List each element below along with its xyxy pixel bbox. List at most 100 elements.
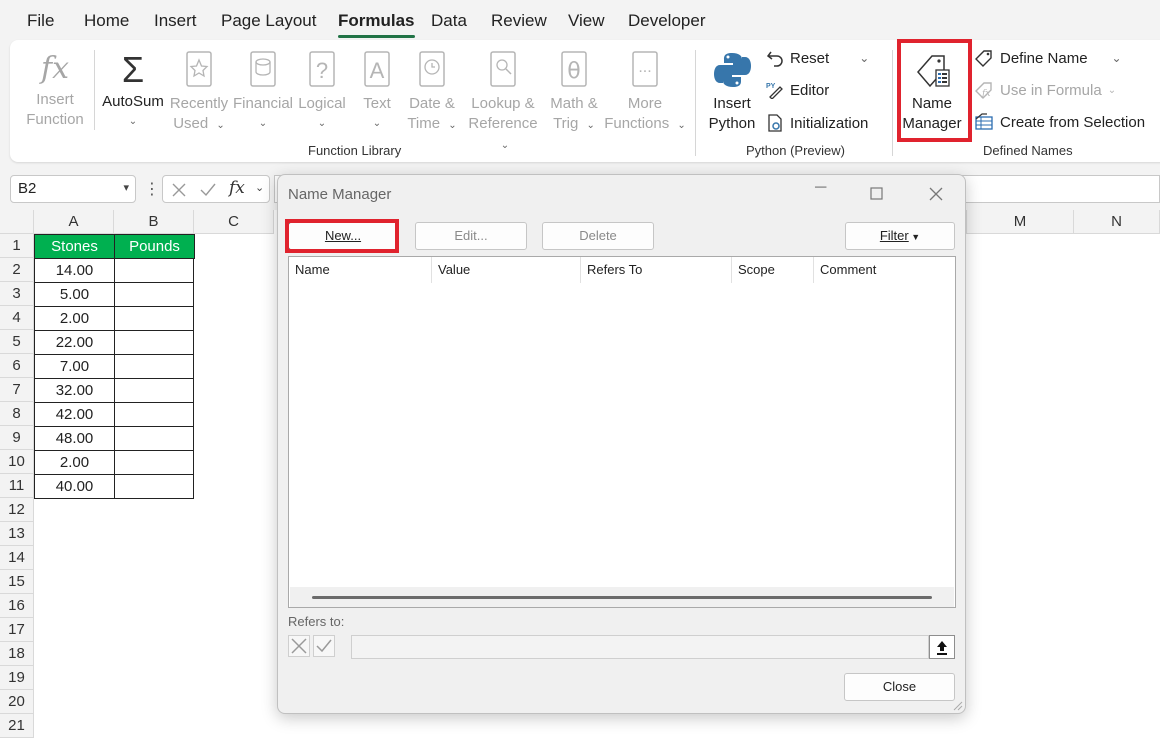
cancel-icon[interactable] [171, 182, 187, 198]
column-scope[interactable]: Scope [732, 257, 814, 283]
row-header[interactable]: 13 [0, 522, 34, 546]
tab-data[interactable]: Data [431, 11, 467, 31]
insert-python-button[interactable]: Insert Python [702, 50, 762, 134]
autosum-button[interactable]: Σ AutoSum ⌄ [98, 50, 168, 132]
row-header[interactable]: 14 [0, 546, 34, 570]
chevron-down-icon[interactable]: ⌄ [859, 51, 869, 65]
row-header[interactable]: 6 [0, 354, 34, 378]
column-name[interactable]: Name [289, 257, 432, 283]
tab-formulas[interactable]: Formulas [338, 11, 415, 38]
pounds-cell[interactable] [114, 426, 194, 451]
pounds-cell[interactable] [114, 306, 194, 331]
select-all-corner[interactable] [0, 210, 34, 234]
column-header-a[interactable]: A [34, 210, 114, 234]
row-header[interactable]: 9 [0, 426, 34, 450]
header-cell-stones[interactable]: Stones [34, 234, 115, 259]
name-box[interactable]: B2 ▾ [10, 175, 136, 203]
collapse-dialog-button[interactable] [929, 635, 955, 659]
chevron-down-icon[interactable]: ▾ [123, 181, 129, 194]
check-icon[interactable] [199, 182, 217, 198]
initialization-button[interactable]: Initialization [766, 113, 868, 133]
pounds-cell[interactable] [114, 330, 194, 355]
pounds-cell[interactable] [114, 378, 194, 403]
reset-button[interactable]: Reset ⌄ [766, 49, 869, 67]
edit-button[interactable]: Edit... [415, 222, 527, 250]
chevron-down-icon[interactable]: ⌄ [255, 181, 264, 194]
cancel-refers-button[interactable] [288, 635, 310, 657]
tab-developer[interactable]: Developer [628, 11, 706, 31]
pounds-cell[interactable] [114, 402, 194, 427]
row-header[interactable]: 5 [0, 330, 34, 354]
date-time-button[interactable]: Date & Time ⌄ [404, 50, 460, 136]
stones-cell[interactable]: 2.00 [34, 306, 115, 331]
column-value[interactable]: Value [432, 257, 581, 283]
row-header[interactable]: 7 [0, 378, 34, 402]
row-header[interactable]: 18 [0, 642, 34, 666]
row-header[interactable]: 1 [0, 234, 34, 258]
horizontal-scrollbar[interactable] [290, 587, 954, 607]
stones-cell[interactable]: 7.00 [34, 354, 115, 379]
editor-button[interactable]: PY Editor [766, 81, 829, 99]
column-header-m[interactable]: M [966, 210, 1074, 234]
column-comment[interactable]: Comment [814, 257, 954, 283]
more-functions-button[interactable]: ... More Functions ⌄ [604, 50, 686, 136]
define-name-button[interactable]: Define Name ⌄ [974, 49, 1122, 67]
header-cell-pounds[interactable]: Pounds [114, 234, 195, 259]
column-refers-to[interactable]: Refers To [581, 257, 732, 283]
pounds-cell[interactable] [114, 450, 194, 475]
row-header[interactable]: 8 [0, 402, 34, 426]
text-button[interactable]: A Text ⌄ [354, 50, 400, 134]
refers-to-input[interactable] [351, 635, 929, 659]
column-header-b[interactable]: B [114, 210, 194, 234]
stones-cell[interactable]: 32.00 [34, 378, 115, 403]
row-header[interactable]: 3 [0, 282, 34, 306]
financial-button[interactable]: Financial ⌄ [232, 50, 294, 134]
tab-view[interactable]: View [568, 11, 605, 31]
row-header[interactable]: 16 [0, 594, 34, 618]
scrollbar-thumb[interactable] [312, 596, 932, 599]
row-header[interactable]: 19 [0, 666, 34, 690]
tab-insert[interactable]: Insert [154, 11, 197, 31]
row-header[interactable]: 15 [0, 570, 34, 594]
vertical-dots-icon[interactable]: ⋮ [144, 179, 160, 199]
stones-cell[interactable]: 14.00 [34, 258, 115, 283]
fx-icon[interactable]: fx [229, 178, 245, 198]
insert-function-button[interactable]: fx Insert Function [20, 52, 90, 130]
row-header[interactable]: 21 [0, 714, 34, 738]
stones-cell[interactable]: 48.00 [34, 426, 115, 451]
stones-cell[interactable]: 42.00 [34, 402, 115, 427]
create-from-selection-button[interactable]: Create from Selection [974, 113, 1145, 131]
delete-button[interactable]: Delete [542, 222, 654, 250]
row-header[interactable]: 10 [0, 450, 34, 474]
stones-cell[interactable]: 2.00 [34, 450, 115, 475]
resize-grip-icon[interactable] [953, 701, 963, 711]
maximize-icon[interactable] [870, 187, 883, 200]
tab-review[interactable]: Review [491, 11, 547, 31]
stones-cell[interactable]: 22.00 [34, 330, 115, 355]
column-header-n[interactable]: N [1074, 210, 1160, 234]
close-button[interactable]: Close [844, 673, 955, 701]
pounds-cell[interactable] [114, 474, 194, 499]
close-icon[interactable] [929, 187, 943, 201]
chevron-down-icon[interactable]: ⌄ [1112, 51, 1122, 65]
filter-button[interactable]: Filter ▼ [845, 222, 955, 250]
row-header[interactable]: 2 [0, 258, 34, 282]
confirm-refers-button[interactable] [313, 635, 335, 657]
row-header[interactable]: 4 [0, 306, 34, 330]
row-header[interactable]: 20 [0, 690, 34, 714]
pounds-cell[interactable] [114, 354, 194, 379]
row-header[interactable]: 12 [0, 498, 34, 522]
column-header-c[interactable]: C [194, 210, 274, 234]
tab-page-layout[interactable]: Page Layout [221, 11, 316, 31]
use-in-formula-button[interactable]: fx Use in Formula ⌄ [974, 81, 1116, 99]
stones-cell[interactable]: 40.00 [34, 474, 115, 499]
names-list[interactable]: Name Value Refers To Scope Comment [288, 256, 956, 608]
logical-button[interactable]: ? Logical ⌄ [294, 50, 350, 134]
minimize-icon[interactable]: ─ [815, 179, 826, 197]
pounds-cell[interactable] [114, 282, 194, 307]
stones-cell[interactable]: 5.00 [34, 282, 115, 307]
tab-file[interactable]: File [27, 11, 54, 31]
row-header[interactable]: 11 [0, 474, 34, 498]
math-trig-button[interactable]: θ Math & Trig ⌄ [546, 50, 602, 136]
row-header[interactable]: 17 [0, 618, 34, 642]
